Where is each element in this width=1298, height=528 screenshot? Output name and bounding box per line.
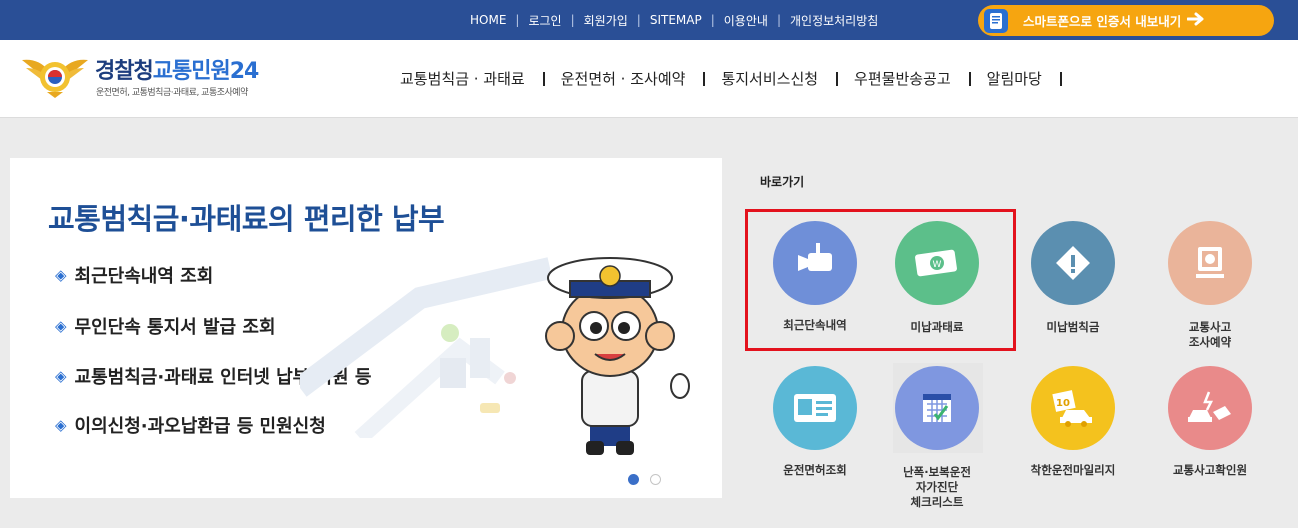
nav-divider <box>1059 71 1062 86</box>
arrow-right-icon <box>1186 11 1205 30</box>
nav-divider <box>968 71 971 86</box>
separator: | <box>776 13 781 27</box>
site-header: 경찰청교통민원24 운전면허, 교통범칙금·과태료, 교통조사예약 교통범칙금 … <box>0 40 1298 118</box>
home-link[interactable]: HOME <box>470 13 506 27</box>
road-map-illustration <box>293 238 553 444</box>
main-navigation: 교통범칙금 · 과태료 운전면허 · 조사예약 통지서비스신청 우편물반송공고 … <box>400 68 1078 89</box>
nav-returned-mail[interactable]: 우편물반송공고 <box>854 68 951 89</box>
police-mascot-icon <box>530 236 690 470</box>
police-emblem-icon <box>20 50 90 104</box>
slide-dot-active[interactable] <box>628 474 639 485</box>
smartphone-icon <box>984 8 1008 33</box>
banner-item: ◈ 이의신청·과오납환급 등 민원신청 <box>55 416 326 437</box>
diamond-bullet-icon: ◈ <box>55 416 67 434</box>
accident-icon <box>1168 366 1252 450</box>
slide-indicator <box>628 474 661 485</box>
nav-license[interactable]: 운전면허 · 조사예약 <box>561 68 686 89</box>
diamond-bullet-icon: ◈ <box>55 317 67 335</box>
computer-icon <box>1168 221 1252 305</box>
nav-notification[interactable]: 통지서비스신청 <box>721 68 818 89</box>
diamond-bullet-icon: ◈ <box>55 266 67 284</box>
nav-fines[interactable]: 교통범칙금 · 과태료 <box>400 68 525 89</box>
nav-divider <box>836 71 839 86</box>
utility-links: HOME | 로그인 | 회원가입 | SITEMAP | 이용안내 | 개인정… <box>470 0 878 40</box>
separator: | <box>710 13 715 27</box>
calendar-check-icon <box>895 366 979 450</box>
nav-notice[interactable]: 알림마당 <box>987 68 1042 89</box>
svg-text:10: 10 <box>1056 398 1070 409</box>
nav-divider <box>703 71 706 86</box>
quick-links-title: 바로가기 <box>760 175 805 189</box>
slide-dot[interactable] <box>650 474 661 485</box>
logo-subtitle: 운전면허, 교통범칙금·과태료, 교통조사예약 <box>96 88 248 98</box>
privacy-link[interactable]: 개인정보처리방침 <box>790 12 878 29</box>
warning-icon <box>1031 221 1115 305</box>
guide-link[interactable]: 이용안내 <box>724 12 768 29</box>
login-link[interactable]: 로그인 <box>528 12 561 29</box>
separator: | <box>570 13 575 27</box>
separator: | <box>636 13 641 27</box>
site-logo[interactable]: 경찰청교통민원24 운전면허, 교통범칙금·과태료, 교통조사예약 <box>20 50 310 106</box>
logo-title: 경찰청교통민원24 <box>95 59 259 84</box>
main-banner: 교통범칙금·과태료의 편리한 납부 ◈ 최근단속내역 조회 ◈ 무인단속 통지서… <box>10 158 722 498</box>
sitemap-link[interactable]: SITEMAP <box>650 13 702 27</box>
export-certificate-button[interactable]: 스마트폰으로 인증서 내보내기 <box>978 5 1274 36</box>
banner-item: ◈ 최근단속내역 조회 <box>55 266 214 287</box>
highlight-box <box>745 209 1016 351</box>
mileage-car-icon: 10 <box>1031 366 1115 450</box>
diamond-bullet-icon: ◈ <box>55 367 67 385</box>
top-utility-bar: HOME | 로그인 | 회원가입 | SITEMAP | 이용안내 | 개인정… <box>0 0 1298 40</box>
banner-item: ◈ 무인단속 통지서 발급 조회 <box>55 317 276 338</box>
signup-link[interactable]: 회원가입 <box>584 12 628 29</box>
banner-title: 교통범칙금·과태료의 편리한 납부 <box>48 202 445 236</box>
license-card-icon <box>773 366 857 450</box>
nav-divider <box>542 71 545 86</box>
separator: | <box>515 13 520 27</box>
export-certificate-label: 스마트폰으로 인증서 내보내기 <box>1023 14 1182 29</box>
